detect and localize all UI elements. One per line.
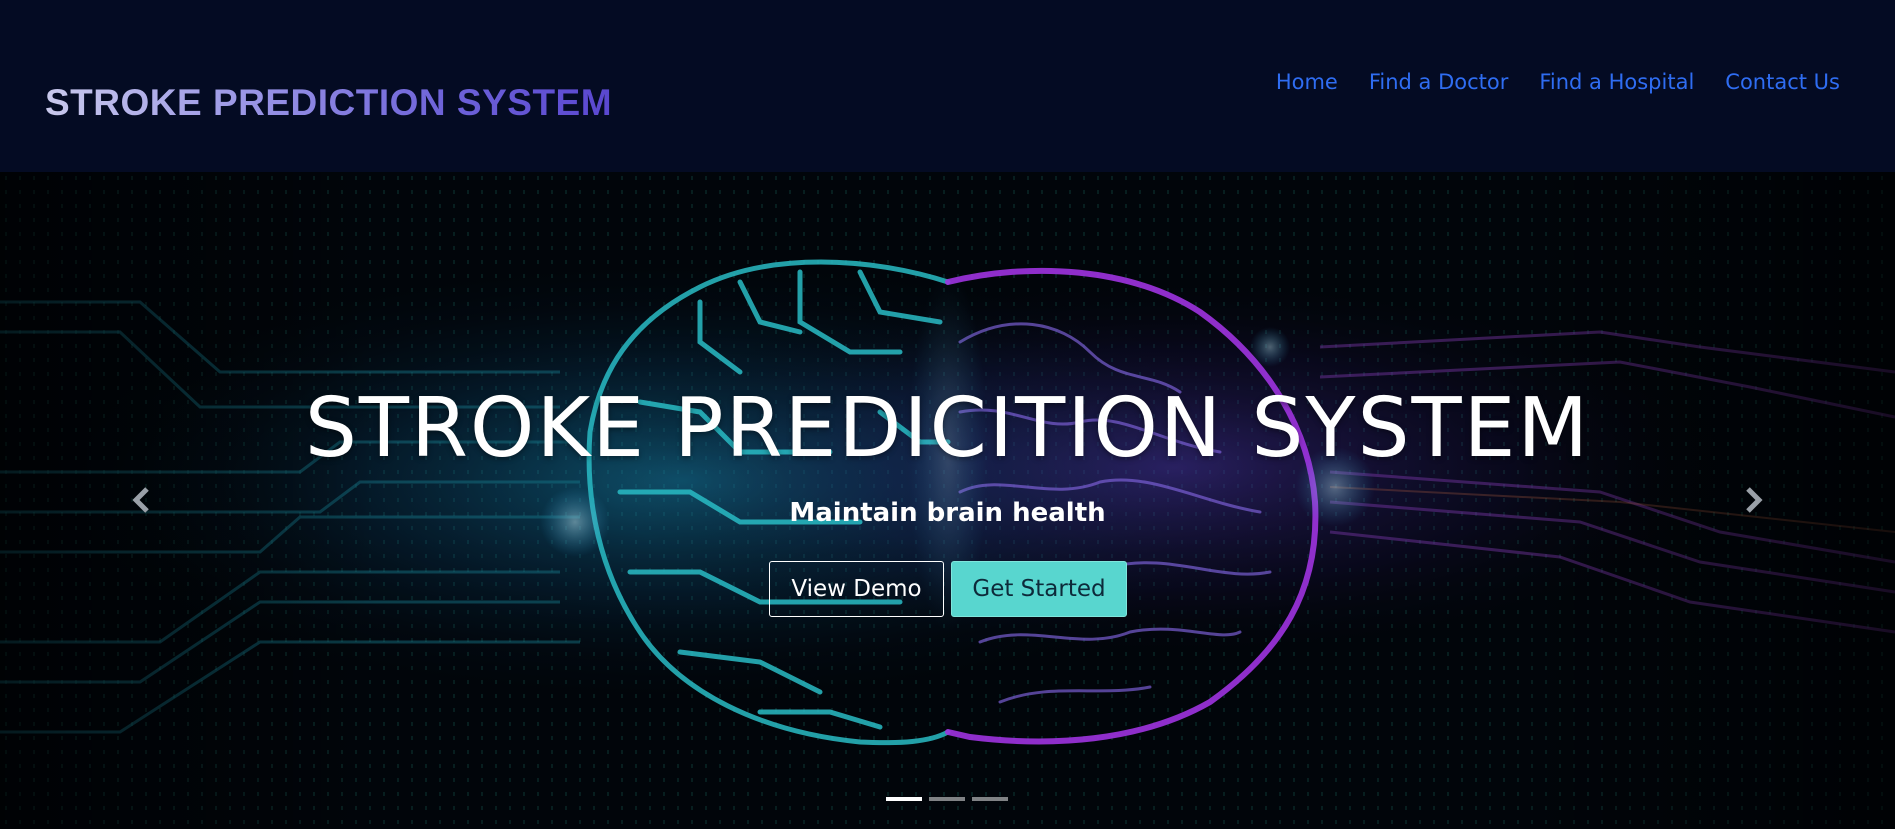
- hero-buttons: View Demo Get Started: [769, 561, 1127, 617]
- nav-links: Home Find a Doctor Find a Hospital Conta…: [1276, 72, 1840, 93]
- hero-subtitle: Maintain brain health: [789, 498, 1106, 528]
- carousel-indicator-2[interactable]: [929, 797, 965, 801]
- nav-link-home[interactable]: Home: [1276, 72, 1338, 93]
- carousel-indicators: [886, 797, 1008, 801]
- carousel-indicator-3[interactable]: [972, 797, 1008, 801]
- carousel-indicator-1[interactable]: [886, 797, 922, 801]
- carousel-prev-button[interactable]: [127, 485, 157, 515]
- brand-logo[interactable]: STROKE PREDICTION SYSTEM: [45, 84, 612, 121]
- view-demo-button[interactable]: View Demo: [769, 561, 944, 617]
- carousel-next-button[interactable]: [1738, 485, 1768, 515]
- chevron-left-icon: [132, 487, 149, 513]
- chevron-right-icon: [1746, 487, 1763, 513]
- hero-title: STROKE PREDICITION SYSTEM: [304, 381, 1591, 476]
- hero-carousel: STROKE PREDICITION SYSTEM Maintain brain…: [0, 172, 1895, 829]
- get-started-button[interactable]: Get Started: [951, 561, 1127, 617]
- navbar: STROKE PREDICTION SYSTEM Home Find a Doc…: [0, 0, 1895, 172]
- nav-link-find-doctor[interactable]: Find a Doctor: [1369, 72, 1509, 93]
- nav-link-contact-us[interactable]: Contact Us: [1725, 72, 1840, 93]
- nav-link-find-hospital[interactable]: Find a Hospital: [1539, 72, 1694, 93]
